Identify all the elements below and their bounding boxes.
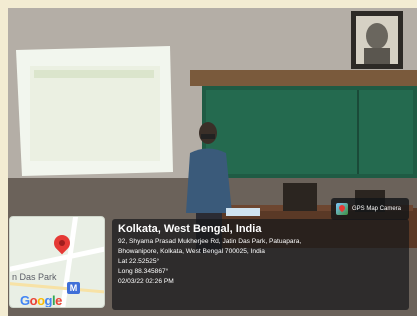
longitude: Long 88.345867° bbox=[118, 268, 169, 275]
person-shirt bbox=[186, 148, 232, 213]
map-place-label: n Das Park bbox=[12, 272, 57, 282]
board-header bbox=[190, 70, 417, 86]
location-title: Kolkata, West Bengal, India bbox=[118, 223, 262, 235]
location-info-panel: Kolkata, West Bengal, India 92, Shyama P… bbox=[112, 219, 409, 310]
metro-icon: M bbox=[67, 282, 80, 294]
person-head bbox=[199, 122, 217, 144]
timestamp: 02/03/22 02:26 PM bbox=[118, 278, 174, 285]
google-logo: Google bbox=[20, 293, 62, 308]
gps-badge-label: GPS Map Camera bbox=[352, 206, 402, 212]
latitude: Lat 22.52525° bbox=[118, 258, 160, 265]
gps-map-camera-icon bbox=[336, 203, 348, 215]
gps-map-camera-badge: GPS Map Camera bbox=[331, 198, 409, 220]
address-line-1: 92, Shyama Prasad Mukherjee Rd, Jatin Da… bbox=[118, 238, 302, 245]
location-map-thumbnail: n Das Park M Google bbox=[9, 216, 105, 308]
address-line-2: Bhowanipore, Kolkata, West Bengal 700025… bbox=[118, 248, 265, 255]
